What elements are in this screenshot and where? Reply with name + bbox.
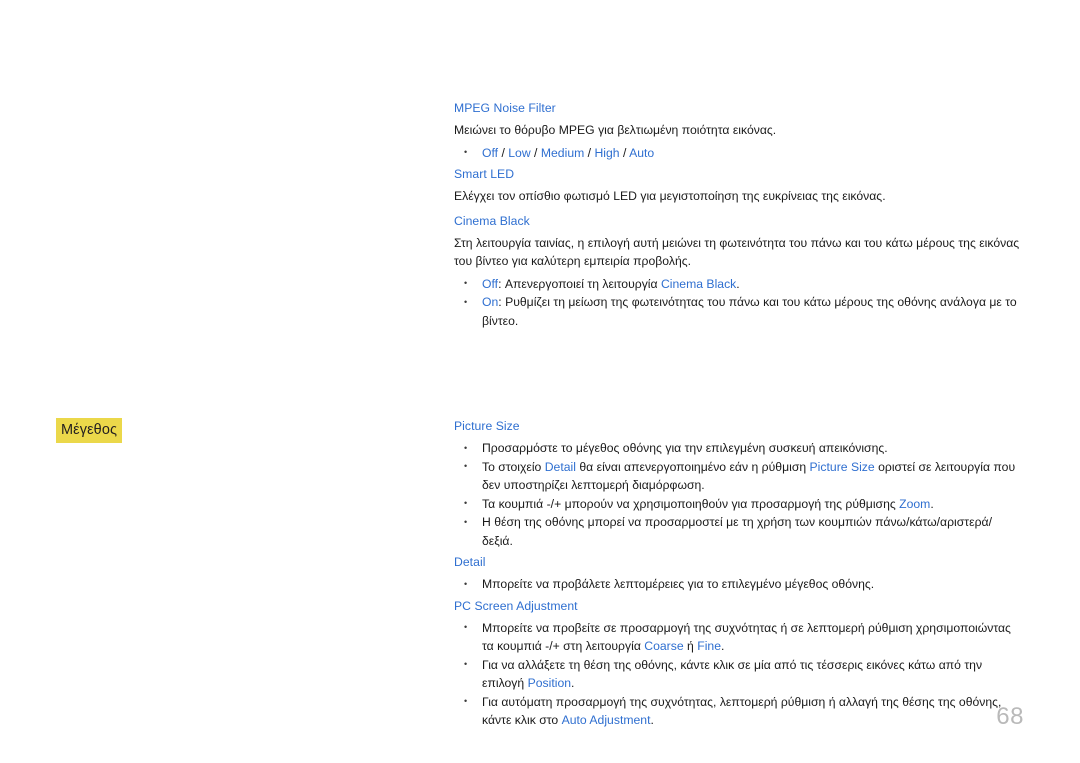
pc-adj-bullet-3a: Για αυτόματη προσαρμογή της συχνότητας, …: [482, 694, 1002, 728]
pc-adj-bullet-1a: Μπορείτε να προβείτε σε προσαρμογή της σ…: [482, 620, 1011, 654]
option-separator: /: [584, 145, 595, 160]
picture-size-bullet-3a: Τα κουμπιά -/+ μπορούν να χρησιμοποιηθού…: [482, 496, 900, 511]
section-title-picture-size: Picture Size: [454, 419, 520, 433]
list-item: Μπορείτε να προβάλετε λεπτομέρειες για τ…: [454, 575, 1020, 594]
list-item: Για να αλλάξετε τη θέση της οθόνης, κάντ…: [454, 655, 1020, 693]
section-title-smart-led: Smart LED: [454, 167, 515, 181]
picture-size-link: Picture Size: [809, 459, 875, 474]
pc-adj-position-link: Position: [527, 676, 572, 690]
cinema-black-off-period: .: [736, 276, 740, 291]
list-item: Για αυτόματη προσαρμογή της συχνότητας, …: [454, 692, 1020, 730]
section-group-size-options: Picture Size Προσαρμόστε το μέγεθος οθόν…: [454, 418, 1020, 730]
document-page: Μέγεθος MPEG Noise Filter Μειώνει το θόρ…: [0, 0, 1080, 763]
option-medium: Medium: [540, 145, 585, 160]
section-title-mpeg-noise-filter: MPEG Noise Filter: [454, 101, 556, 115]
option-separator: /: [530, 145, 541, 160]
option-high: High: [594, 145, 620, 160]
pc-adj-auto-adjustment-link: Auto Adjustment: [561, 713, 651, 727]
cinema-black-off-key: Off: [482, 276, 499, 291]
picture-size-detail-link: Detail: [544, 459, 576, 474]
cinema-black-on-key: On: [482, 295, 499, 309]
pc-adj-fine-link: Fine: [697, 639, 721, 653]
main-content: MPEG Noise Filter Μειώνει το θόρυβο MPEG…: [454, 0, 1020, 763]
list-item: Προσαρμόστε το μέγεθος οθόνης για την επ…: [454, 439, 1020, 458]
detail-bullet-1: Μπορείτε να προβάλετε λεπτομέρειες για τ…: [482, 577, 875, 591]
pc-adj-bullet-3b: .: [650, 713, 654, 727]
cinema-black-off-text: : Απενεργοποιεί τη λειτουργία: [498, 276, 661, 291]
picture-size-bullet-1: Προσαρμόστε το μέγεθος οθόνης για την επ…: [482, 441, 888, 455]
option-low: Low: [508, 145, 531, 160]
list-item: Μπορείτε να προβείτε σε προσαρμογή της σ…: [454, 618, 1020, 656]
list-item: Off: Απενεργοποιεί τη λειτουργία Cinema …: [454, 274, 1020, 293]
option-separator: /: [498, 145, 509, 160]
section-title-cinema-black: Cinema Black: [454, 213, 530, 228]
mpeg-noise-filter-options-list: Off / Low / Medium / High / Auto: [454, 143, 1020, 162]
pc-adj-coarse-link: Coarse: [644, 639, 684, 653]
picture-size-bullets: Προσαρμόστε το μέγεθος οθόνης για την επ…: [454, 439, 1020, 550]
picture-size-bullet-4: Η θέση της οθόνης μπορεί να προσαρμοστεί…: [482, 515, 992, 548]
picture-size-bullet-2b: θα είναι απενεργοποιημένο εάν η ρύθμιση: [575, 459, 810, 474]
mpeg-noise-filter-description: Μειώνει το θόρυβο MPEG για βελτιωμένη πο…: [454, 123, 777, 137]
cinema-black-bullets: Off: Απενεργοποιεί τη λειτουργία Cinema …: [454, 274, 1020, 331]
list-item: Η θέση της οθόνης μπορεί να προσαρμοστεί…: [454, 513, 1020, 550]
picture-size-bullet-3b: .: [930, 496, 934, 511]
sidebar-heading-megethos: Μέγεθος: [56, 418, 123, 443]
option-separator: /: [619, 145, 630, 160]
cinema-black-on-text: : Ρυθμίζει τη μείωση της φωτεινότητας το…: [482, 295, 1017, 328]
cinema-black-off-link: Cinema Black: [660, 276, 737, 291]
pc-screen-adjustment-bullets: Μπορείτε να προβείτε σε προσαρμογή της σ…: [454, 618, 1020, 730]
detail-bullets: Μπορείτε να προβάλετε λεπτομέρειες για τ…: [454, 575, 1020, 594]
sidebar: Μέγεθος: [0, 0, 440, 763]
option-off: Off: [482, 145, 499, 160]
list-item: Τα κουμπιά -/+ μπορούν να χρησιμοποιηθού…: [454, 494, 1020, 513]
picture-size-bullet-2a: Το στοιχείο: [482, 459, 545, 474]
section-title-detail: Detail: [454, 555, 486, 569]
list-item: Off / Low / Medium / High / Auto: [454, 143, 1020, 162]
cinema-black-description: Στη λειτουργία ταινίας, η επιλογή αυτή μ…: [454, 235, 1020, 269]
list-item: Το στοιχείο Detail θα είναι απενεργοποιη…: [454, 457, 1020, 495]
smart-led-description: Ελέγχει τον οπίσθιο φωτισμό LED για μεγι…: [454, 189, 886, 203]
pc-adj-bullet-1b: ή: [683, 639, 698, 653]
list-item: On: Ρυθμίζει τη μείωση της φωτεινότητας …: [454, 293, 1020, 330]
section-group-picture-options: MPEG Noise Filter Μειώνει το θόρυβο MPEG…: [454, 100, 1020, 330]
pc-adj-bullet-1c: .: [720, 639, 725, 653]
page-number: 68: [996, 703, 1024, 730]
picture-size-zoom-link: Zoom: [899, 496, 931, 511]
section-title-pc-screen-adjustment: PC Screen Adjustment: [454, 598, 578, 613]
pc-adj-bullet-2b: .: [571, 676, 575, 690]
option-auto: Auto: [629, 145, 655, 160]
